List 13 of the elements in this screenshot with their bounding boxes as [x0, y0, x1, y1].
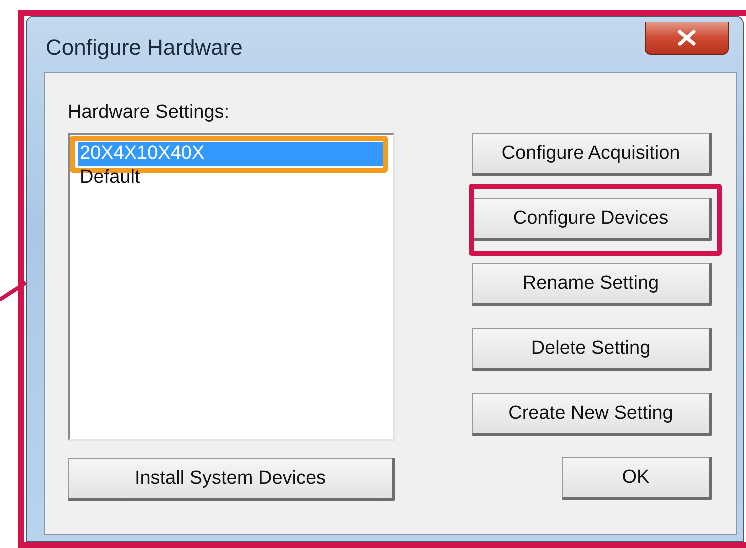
ok-button[interactable]: OK: [562, 457, 712, 500]
install-button[interactable]: Install System Devices: [68, 458, 395, 501]
settings-list[interactable]: 20X4X10X40X Default: [68, 133, 395, 441]
action-button[interactable]: Create New Setting: [472, 393, 712, 436]
action-button[interactable]: Configure Devices: [472, 198, 712, 241]
close-button[interactable]: [645, 22, 729, 55]
action-button[interactable]: Delete Setting: [472, 328, 712, 371]
list-label: Hardware Settings:: [68, 101, 231, 125]
action-button[interactable]: Rename Setting: [472, 263, 712, 306]
close-icon: [677, 30, 697, 46]
window-title: Configure Hardware: [46, 35, 243, 61]
list-item[interactable]: Default: [78, 166, 385, 190]
action-button[interactable]: Configure Acquisition: [472, 133, 712, 176]
